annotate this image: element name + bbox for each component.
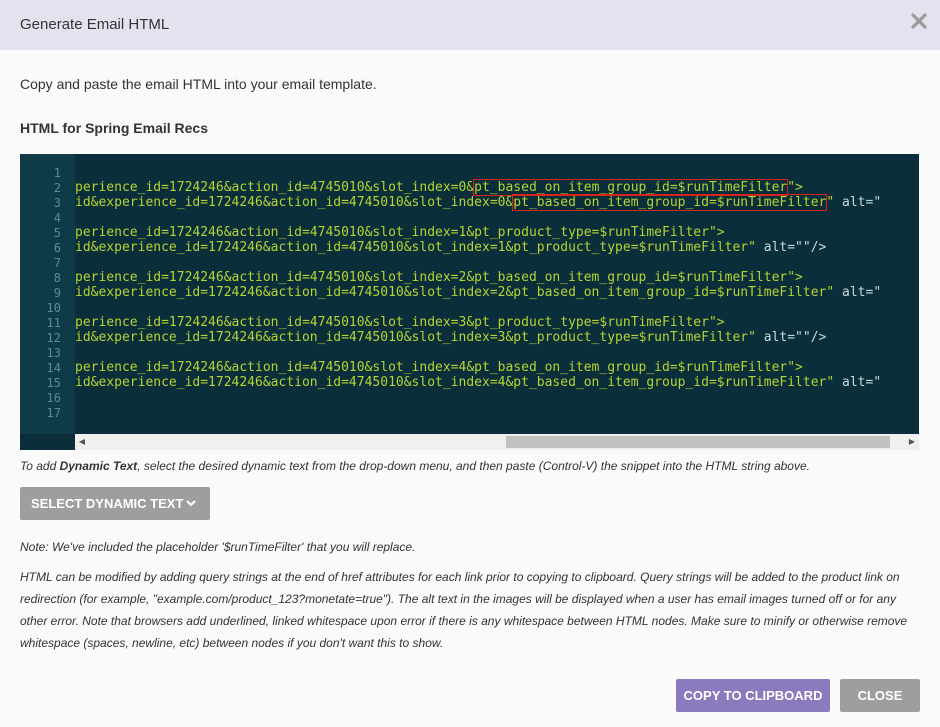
chevron-down-icon bbox=[186, 487, 196, 534]
line-number: 5 bbox=[53, 226, 61, 240]
line-number: 9 bbox=[53, 286, 61, 300]
code-line-6: id&experience_id=1724246&action_id=47450… bbox=[75, 240, 826, 255]
code-line-11: perience_id=1724246&action_id=4745010&sl… bbox=[75, 315, 725, 330]
line-number: 13 bbox=[46, 346, 61, 360]
code-line-9: id&experience_id=1724246&action_id=47450… bbox=[75, 285, 881, 300]
code-text: id&experience_id=1724246&action_id=47450… bbox=[75, 330, 764, 345]
line-number: 10 bbox=[46, 301, 61, 315]
copy-to-clipboard-button[interactable]: COPY TO CLIPBOARD bbox=[676, 679, 830, 712]
hint-bold: Dynamic Text bbox=[59, 459, 138, 473]
line-number: 1 bbox=[53, 166, 61, 180]
generate-email-html-dialog: Generate Email HTML Copy and paste the e… bbox=[0, 0, 940, 727]
code-line-8: perience_id=1724246&action_id=4745010&sl… bbox=[75, 270, 803, 285]
code-attr: alt=""/> bbox=[763, 330, 827, 345]
line-number: 6 bbox=[53, 241, 61, 255]
dialog-title: Generate Email HTML bbox=[20, 16, 170, 33]
code-line-2: perience_id=1724246&action_id=4745010&sl… bbox=[75, 179, 803, 196]
horizontal-scrollbar[interactable]: ◀ ▶ bbox=[75, 434, 919, 450]
select-dynamic-text-label: SELECT DYNAMIC TEXT bbox=[31, 496, 184, 511]
line-number: 3 bbox=[53, 196, 61, 210]
code-line-5: perience_id=1724246&action_id=4745010&sl… bbox=[75, 225, 725, 240]
html-code-editor[interactable]: 1 2 3 4 5 6 7 8 9 10 11 12 13 14 15 16 1… bbox=[20, 154, 919, 450]
code-text: perience_id=1724246&action_id=4745010&sl… bbox=[75, 180, 475, 195]
line-number: 2 bbox=[53, 181, 61, 195]
section-title: HTML for Spring Email Recs bbox=[20, 120, 208, 136]
instructions-paragraph: HTML can be modified by adding query str… bbox=[20, 570, 908, 650]
code-line-3: id&experience_id=1724246&action_id=47450… bbox=[75, 194, 882, 211]
code-attr: alt=" bbox=[842, 285, 882, 300]
code-text: "> bbox=[787, 180, 803, 195]
code-line-12: id&experience_id=1724246&action_id=47450… bbox=[75, 330, 826, 345]
code-line-15: id&experience_id=1724246&action_id=47450… bbox=[75, 375, 881, 390]
line-number: 14 bbox=[46, 361, 61, 375]
dynamic-text-hint: To add Dynamic Text, select the desired … bbox=[20, 459, 810, 473]
line-number: 7 bbox=[53, 256, 61, 270]
code-line-14: perience_id=1724246&action_id=4745010&sl… bbox=[75, 360, 803, 375]
line-number: 16 bbox=[46, 391, 61, 405]
dialog-header: Generate Email HTML bbox=[0, 0, 940, 50]
line-number: 8 bbox=[53, 271, 61, 285]
line-number: 12 bbox=[46, 331, 61, 345]
close-icon[interactable] bbox=[910, 10, 928, 32]
arrow-right-icon[interactable]: ▶ bbox=[905, 434, 919, 450]
hint-prefix: To add bbox=[20, 459, 60, 473]
code-attr: alt=" bbox=[842, 195, 882, 210]
line-number: 17 bbox=[46, 406, 61, 420]
intro-text: Copy and paste the email HTML into your … bbox=[20, 76, 377, 92]
line-number: 11 bbox=[46, 316, 61, 330]
hint-suffix: , select the desired dynamic text from t… bbox=[137, 459, 810, 473]
arrow-left-icon[interactable]: ◀ bbox=[75, 434, 89, 450]
code-attr: alt=" bbox=[842, 375, 882, 390]
code-text: id&experience_id=1724246&action_id=47450… bbox=[75, 285, 843, 300]
line-number: 4 bbox=[53, 211, 61, 225]
code-attr: alt=""/> bbox=[763, 240, 827, 255]
scrollbar-thumb[interactable] bbox=[506, 436, 890, 448]
line-number: 15 bbox=[46, 376, 61, 390]
highlighted-placeholder: pt_based_on_item_group_id=$runTimeFilter bbox=[473, 179, 789, 196]
code-text: " bbox=[826, 195, 843, 210]
code-text: id&experience_id=1724246&action_id=47450… bbox=[75, 375, 843, 390]
placeholder-note: Note: We've included the placeholder '$r… bbox=[20, 540, 416, 554]
highlighted-placeholder: pt_based_on_item_group_id=$runTimeFilter bbox=[512, 194, 828, 211]
close-button[interactable]: CLOSE bbox=[840, 679, 920, 712]
select-dynamic-text-button[interactable]: SELECT DYNAMIC TEXT bbox=[20, 487, 210, 520]
code-text: id&experience_id=1724246&action_id=47450… bbox=[75, 195, 514, 210]
line-number-gutter: 1 2 3 4 5 6 7 8 9 10 11 12 13 14 15 16 1… bbox=[20, 154, 75, 434]
code-text: id&experience_id=1724246&action_id=47450… bbox=[75, 240, 764, 255]
